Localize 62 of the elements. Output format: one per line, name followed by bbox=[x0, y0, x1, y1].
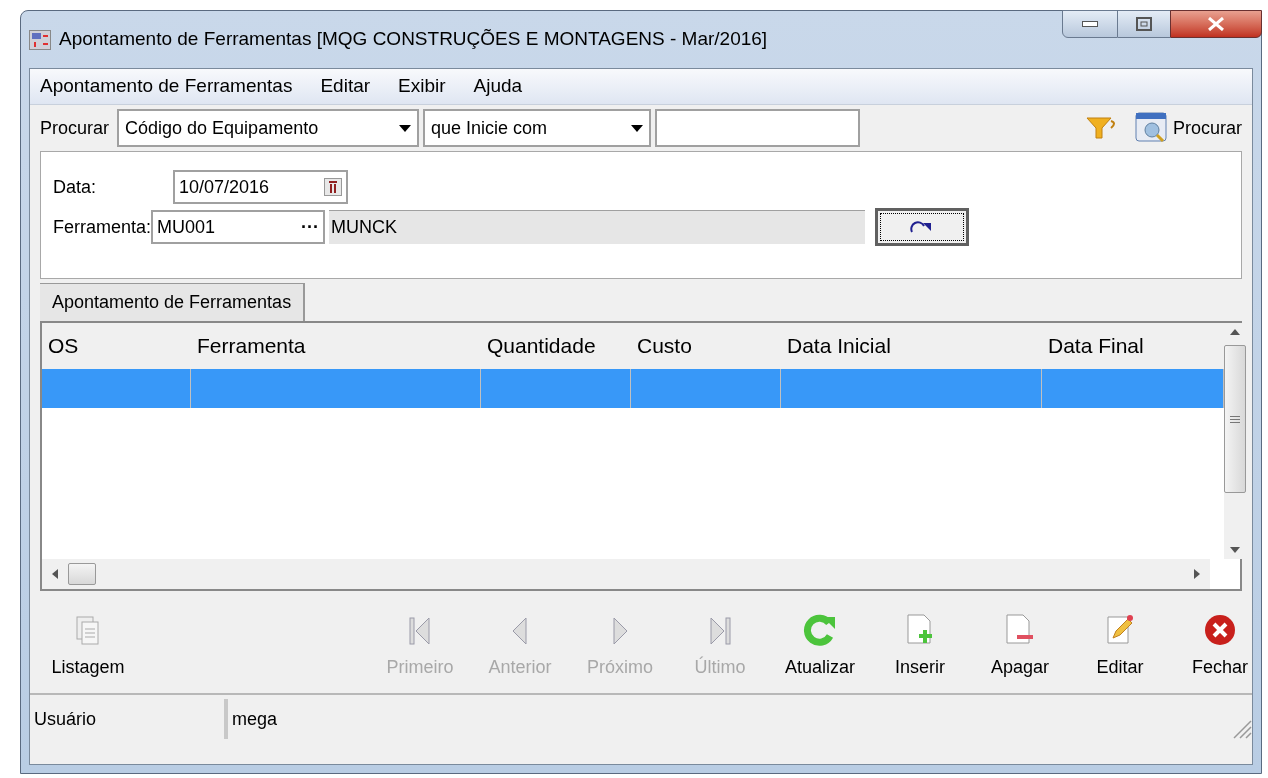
operator-dropdown[interactable]: que Inicie com bbox=[423, 109, 652, 147]
tool-name-field: MUNCK bbox=[329, 210, 866, 244]
skip-back-icon bbox=[407, 616, 433, 646]
edit-document-icon bbox=[1106, 614, 1134, 646]
search-label: Procurar bbox=[40, 116, 110, 140]
date-label: Data: bbox=[53, 175, 98, 199]
menu-item[interactable]: Exibir bbox=[398, 72, 446, 101]
toolbar-button[interactable]: Atualizar bbox=[770, 614, 870, 681]
grip-icon bbox=[1230, 415, 1240, 423]
column-header[interactable]: Quantidade bbox=[481, 323, 631, 369]
toolbar-button[interactable]: Fechar bbox=[1170, 614, 1268, 681]
app-icon bbox=[29, 29, 51, 50]
tab[interactable]: Apontamento de Ferramentas bbox=[40, 283, 306, 321]
tool-label: Ferramenta: bbox=[53, 215, 152, 239]
search-field-dropdown[interactable]: Código do Equipamento bbox=[117, 109, 420, 147]
search-input[interactable] bbox=[655, 109, 861, 147]
status-panel: mega bbox=[226, 699, 1230, 739]
triangle-right-icon bbox=[610, 616, 630, 646]
document-icon bbox=[76, 616, 100, 646]
column-header[interactable]: Custo bbox=[631, 323, 781, 369]
vertical-scrollbar[interactable] bbox=[1224, 323, 1246, 559]
window-title: Apontamento de Ferramentas [MQG CONSTRUÇÕES E MONTAGENS - Mar/2016] bbox=[59, 27, 768, 52]
horizontal-scrollbar[interactable] bbox=[42, 559, 1210, 589]
minimize-icon bbox=[1082, 21, 1098, 27]
scroll-thumb[interactable] bbox=[68, 563, 96, 585]
browse-button[interactable]: ··· bbox=[301, 213, 320, 241]
dropdown-arrow-icon bbox=[399, 124, 412, 132]
scroll-right-icon bbox=[1194, 569, 1200, 579]
minimize-button[interactable] bbox=[1062, 10, 1118, 38]
column-header[interactable]: Data Final bbox=[1042, 323, 1224, 369]
refresh-icon bbox=[803, 614, 837, 646]
toolbar-button[interactable]: Apagar bbox=[970, 614, 1070, 681]
scroll-down-icon bbox=[1230, 547, 1240, 553]
maximize-button[interactable] bbox=[1118, 10, 1170, 38]
scroll-up-icon bbox=[1230, 329, 1240, 335]
close-button[interactable] bbox=[1170, 10, 1262, 38]
column-header[interactable]: Data Inicial bbox=[781, 323, 1042, 369]
tool-code-field[interactable]: MU001 ··· bbox=[151, 210, 326, 244]
search-window-icon bbox=[1134, 112, 1169, 144]
menu-item[interactable]: Apontamento de Ferramentas bbox=[40, 72, 293, 101]
toolbar-button[interactable]: Inserir bbox=[870, 614, 970, 681]
triangle-left-icon bbox=[510, 616, 530, 646]
menu-item[interactable]: Ajuda bbox=[473, 72, 523, 101]
scroll-left-icon bbox=[52, 569, 58, 579]
remove-document-icon bbox=[1005, 614, 1035, 646]
toolbar-button[interactable]: Listagem bbox=[38, 616, 138, 681]
column-header[interactable]: OS bbox=[42, 323, 191, 369]
scroll-thumb[interactable] bbox=[1224, 345, 1246, 493]
menu-item[interactable]: Editar bbox=[320, 72, 371, 101]
skip-forward-icon bbox=[707, 616, 733, 646]
toolbar-button[interactable]: Editar bbox=[1070, 614, 1170, 681]
column-header[interactable]: Ferramenta bbox=[191, 323, 481, 369]
status-panel: Usuário bbox=[30, 699, 226, 739]
maximize-icon bbox=[1136, 17, 1152, 31]
close-icon bbox=[1207, 17, 1225, 31]
search-button[interactable]: Procurar bbox=[1134, 112, 1242, 144]
calendar-icon bbox=[324, 178, 342, 196]
redo-button[interactable] bbox=[875, 208, 970, 246]
dropdown-arrow-icon bbox=[631, 124, 644, 132]
close-icon bbox=[1204, 614, 1236, 646]
add-document-icon bbox=[906, 614, 934, 646]
date-field[interactable]: 10/07/2016 bbox=[173, 170, 348, 204]
